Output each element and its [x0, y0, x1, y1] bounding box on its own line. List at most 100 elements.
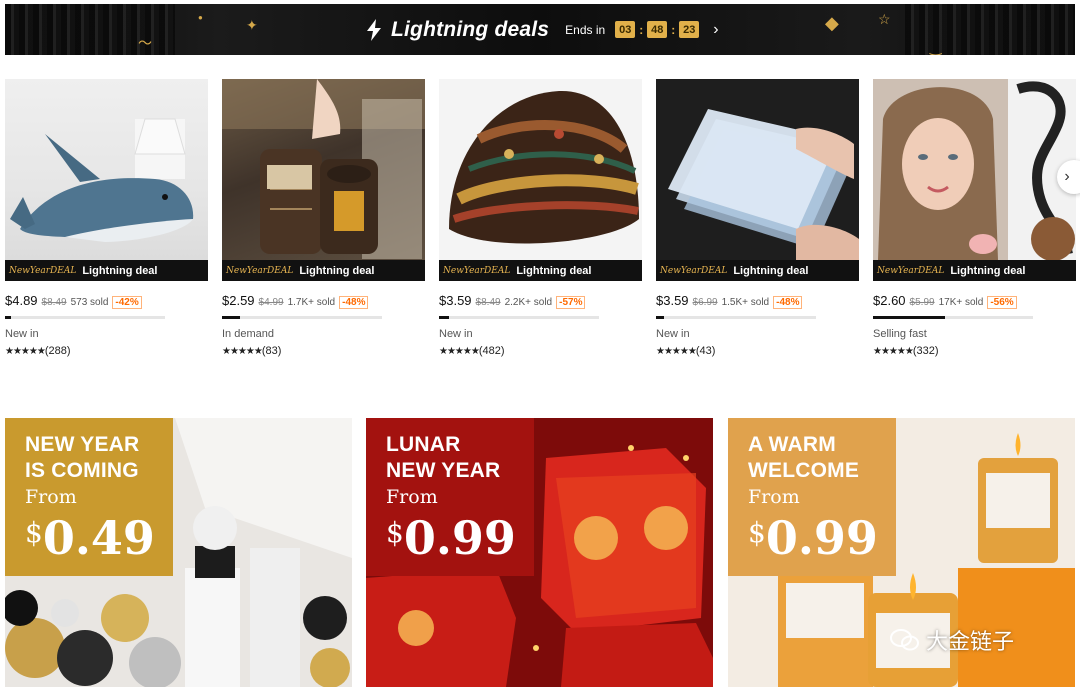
lightning-deal-label: Lightning deal: [516, 264, 592, 277]
product-image-heatless-curler[interactable]: [873, 79, 1076, 260]
countdown-separator: :: [639, 22, 644, 37]
deal-tag-bar: NewYearDEAL Lightning deal: [439, 260, 642, 281]
lightning-deal-label: Lightning deal: [299, 264, 375, 277]
lightning-deal-label: Lightning deal: [82, 264, 158, 277]
lightning-deals-banner[interactable]: 〜 ● ✦ ◆ ☆ ‿ Lightning deals Ends in 03 :…: [5, 4, 1075, 55]
deal-tag-bar: NewYearDEAL Lightning deal: [873, 260, 1076, 281]
product-status: Selling fast: [873, 328, 927, 340]
deal-tag-bar: NewYearDEAL Lightning deal: [222, 260, 425, 281]
discount-badge: -48%: [773, 296, 803, 309]
deal-tag-bar: NewYearDEAL Lightning deal: [5, 260, 208, 281]
new-year-deal-tag: NewYearDEAL: [660, 265, 728, 276]
countdown-hours: 03: [615, 21, 636, 38]
promo-title-line2: IS COMING: [25, 459, 139, 482]
promo-title-line2: WELCOME: [748, 459, 860, 482]
lightning-deal-label: Lightning deal: [950, 264, 1026, 277]
new-year-deal-tag: NewYearDEAL: [877, 265, 945, 276]
sales-progress-fill: [439, 316, 449, 319]
original-price: $8.49: [41, 297, 67, 308]
promo-amount: 0.49: [42, 511, 155, 565]
promo-panel: NEW YEAR IS COMING From $0.49: [5, 418, 173, 576]
promo-currency: $: [748, 516, 766, 549]
new-year-deal-tag: NewYearDEAL: [226, 265, 294, 276]
new-year-deal-tag: NewYearDEAL: [443, 265, 511, 276]
sold-count: 2.2K+ sold: [504, 297, 553, 308]
ornament-icon: ●: [198, 13, 203, 22]
promo-title-line1: LUNAR: [386, 433, 461, 456]
watermark-text: 大金链子: [926, 629, 1015, 654]
sales-progress-fill: [656, 316, 664, 319]
sold-count: 1.7K+ sold: [287, 297, 336, 308]
promo-panel: A WARM WELCOME From $0.99: [728, 418, 896, 576]
countdown-minutes: 48: [647, 21, 668, 38]
original-price: $5.99: [909, 297, 935, 308]
countdown-seconds: 23: [679, 21, 700, 38]
sold-count: 1.5K+ sold: [721, 297, 770, 308]
clear-pads-illustration: [668, 109, 859, 260]
review-count: (43): [695, 345, 716, 357]
product-card[interactable]: NewYearDEAL Lightning deal $2.60 $5.99 1…: [873, 79, 1076, 357]
review-count: (83): [261, 345, 282, 357]
review-count: (482): [478, 345, 505, 357]
promo-from-label: From: [25, 486, 77, 508]
lightning-bolt-icon: [367, 18, 381, 41]
rating-stars: ★★★★★: [5, 346, 46, 357]
promo-currency: $: [25, 516, 43, 549]
promo-title-line1: A WARM: [748, 433, 836, 456]
ends-in-label: Ends in: [565, 22, 606, 37]
chevron-right-icon[interactable]: ›: [713, 21, 718, 39]
ornament-icon: 〜: [138, 35, 152, 51]
product-status: New in: [439, 328, 473, 340]
product-price: $2.60: [873, 293, 906, 308]
product-rating: ★★★★★(43): [656, 345, 859, 357]
product-rating: ★★★★★(83): [222, 345, 425, 357]
sales-progress-bar: [5, 316, 165, 319]
product-status: New in: [656, 328, 690, 340]
shark-plush-illustration: [10, 118, 194, 242]
new-year-deal-tag: NewYearDEAL: [9, 265, 77, 276]
discount-badge: -48%: [339, 296, 369, 309]
product-card[interactable]: NewYearDEAL Lightning deal $2.59 $4.99 1…: [222, 79, 425, 357]
product-card[interactable]: NewYearDEAL Lightning deal $3.59 $6.99 1…: [656, 79, 859, 357]
promo-amount: 0.99: [403, 511, 516, 565]
promo-panel: LUNAR NEW YEAR From $0.99: [366, 418, 534, 576]
sales-progress-bar: [439, 316, 599, 319]
ornament-icon: ‿: [930, 39, 942, 55]
promo-from-label: From: [748, 486, 800, 508]
product-image-bag-keychain[interactable]: [222, 79, 425, 260]
discount-badge: -42%: [112, 296, 142, 309]
watermark: 大金链子: [890, 624, 1014, 656]
product-status: In demand: [222, 328, 274, 340]
product-price: $4.89: [5, 293, 38, 308]
star-ornament-icon: ✦: [246, 17, 258, 33]
promo-title-line1: NEW YEAR: [25, 433, 140, 456]
promo-currency: $: [386, 516, 404, 549]
wechat-icon: [890, 629, 919, 651]
product-card[interactable]: NewYearDEAL Lightning deal $4.89 $8.49 5…: [5, 79, 208, 357]
promo-price: $0.49: [25, 508, 173, 563]
original-price: $6.99: [692, 297, 718, 308]
product-price: $2.59: [222, 293, 255, 308]
original-price: $4.99: [258, 297, 284, 308]
bag-keychain-illustration: [222, 79, 425, 259]
lantern-ornament-icon: ◆: [825, 13, 839, 33]
product-card[interactable]: NewYearDEAL Lightning deal $3.59 $8.49 2…: [439, 79, 642, 357]
product-image-shark-plush[interactable]: [5, 79, 208, 260]
boho-beanie-illustration: [449, 90, 639, 244]
product-price: $3.59: [439, 293, 472, 308]
star-ornament-icon: ☆: [878, 11, 891, 27]
review-count: (288): [44, 345, 71, 357]
sales-progress-fill: [873, 316, 945, 319]
sales-progress-fill: [5, 316, 12, 319]
product-image-boho-beanie[interactable]: [439, 79, 642, 260]
product-image-clear-pads[interactable]: [656, 79, 859, 260]
review-count: (332): [912, 345, 939, 357]
discount-badge: -57%: [556, 296, 586, 309]
product-rating: ★★★★★(482): [439, 345, 642, 357]
countdown-separator: :: [671, 22, 676, 37]
promo-banner-new-year[interactable]: NEW YEAR IS COMING From $0.49: [5, 418, 352, 687]
sold-count: 573 sold: [70, 297, 109, 308]
product-rating: ★★★★★(288): [5, 345, 208, 357]
promo-banner-lunar-new-year[interactable]: LUNAR NEW YEAR From $0.99: [366, 418, 713, 687]
sales-progress-bar: [873, 316, 1033, 319]
